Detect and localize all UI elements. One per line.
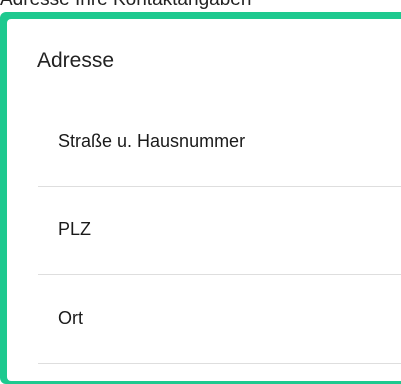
cut-off-heading-text: Adresse Ihre Kontaktangaben [0, 0, 251, 11]
city-field-label: Ort [58, 308, 83, 328]
city-field[interactable]: Ort [38, 276, 401, 364]
card-title: Adresse [37, 49, 115, 72]
street-field-label: Straße u. Hausnummer [58, 131, 246, 151]
cut-off-heading: Adresse Ihre Kontaktangaben [0, 0, 401, 11]
street-field[interactable]: Straße u. Hausnummer [38, 99, 401, 187]
postal-code-field[interactable]: PLZ [38, 187, 401, 275]
address-card: Adresse Straße u. Hausnummer PLZ Ort [7, 19, 401, 381]
postal-code-field-label: PLZ [58, 219, 92, 239]
page: Adresse Ihre Kontaktangaben Adresse Stra… [0, 0, 401, 384]
